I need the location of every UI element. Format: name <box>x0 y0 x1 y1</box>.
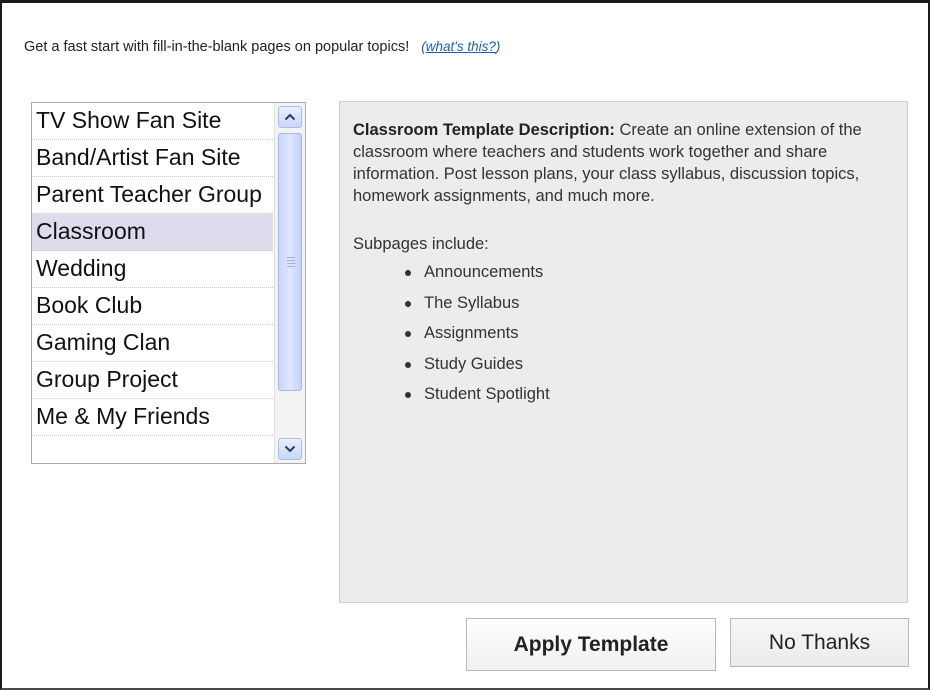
subpage-item: The Syllabus <box>353 292 893 323</box>
intro-text: Get a fast start with fill-in-the-blank … <box>24 39 501 55</box>
template-description-panel: Classroom Template Description: Create a… <box>339 101 908 603</box>
subpages-label: Subpages include: <box>353 235 489 253</box>
scrollbar-thumb[interactable] <box>278 133 302 391</box>
thumb-grip-line <box>287 266 295 267</box>
template-list: TV Show Fan Site Band/Artist Fan Site Pa… <box>32 103 273 436</box>
subpage-item: Announcements <box>353 261 893 292</box>
thumb-grip-line <box>287 263 295 264</box>
subpages-list: Announcements The Syllabus Assignments S… <box>353 261 893 414</box>
scroll-up-button[interactable] <box>278 106 302 128</box>
no-thanks-button[interactable]: No Thanks <box>730 618 909 667</box>
intro-message: Get a fast start with fill-in-the-blank … <box>24 39 410 55</box>
subpage-item: Student Spotlight <box>353 383 893 414</box>
template-option-band-artist-fan-site[interactable]: Band/Artist Fan Site <box>32 140 273 177</box>
chevron-up-icon <box>284 113 296 121</box>
template-option-group-project[interactable]: Group Project <box>32 362 273 399</box>
template-option-parent-teacher-group[interactable]: Parent Teacher Group <box>32 177 273 214</box>
template-option-me-and-my-friends[interactable]: Me & My Friends <box>32 399 273 436</box>
subpage-item: Study Guides <box>353 353 893 384</box>
scroll-down-button[interactable] <box>278 438 302 460</box>
template-dialog: Get a fast start with fill-in-the-blank … <box>0 0 930 690</box>
template-option-classroom[interactable]: Classroom <box>32 214 273 251</box>
description-text: Classroom Template Description: Create a… <box>353 119 893 207</box>
template-option-tv-show-fan-site[interactable]: TV Show Fan Site <box>32 103 273 140</box>
description-heading: Classroom Template Description: <box>353 121 615 139</box>
template-listbox[interactable]: TV Show Fan Site Band/Artist Fan Site Pa… <box>31 102 306 464</box>
whats-this-link[interactable]: (what's this? <box>421 39 496 54</box>
thumb-grip-line <box>287 260 295 261</box>
subpage-item: Assignments <box>353 322 893 353</box>
template-option-gaming-clan[interactable]: Gaming Clan <box>32 325 273 362</box>
list-scrollbar[interactable] <box>274 103 305 463</box>
apply-template-button[interactable]: Apply Template <box>466 618 716 671</box>
template-option-book-club[interactable]: Book Club <box>32 288 273 325</box>
chevron-down-icon <box>284 445 296 453</box>
thumb-grip-line <box>287 257 295 258</box>
whats-this-label[interactable]: what's this? <box>426 39 496 54</box>
template-option-wedding[interactable]: Wedding <box>32 251 273 288</box>
